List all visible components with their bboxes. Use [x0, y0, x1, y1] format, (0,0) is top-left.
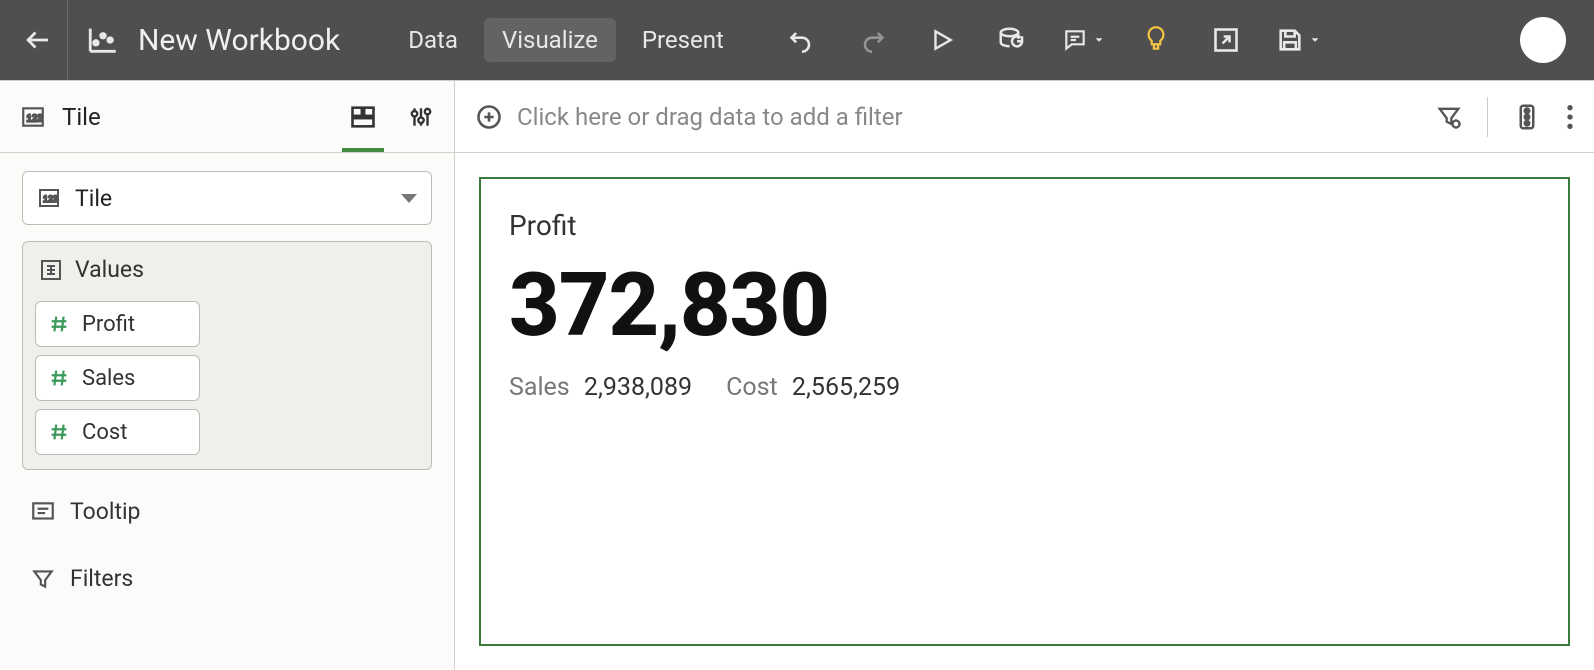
tile-secondary-item: Cost 2,565,259: [726, 373, 900, 402]
number-icon: [48, 367, 70, 389]
measure-chip-profit[interactable]: Profit: [35, 301, 200, 347]
svg-text:123: 123: [27, 113, 43, 124]
filter-settings-icon[interactable]: [1435, 103, 1463, 131]
filters-drop-target[interactable]: Filters: [22, 553, 432, 604]
refresh-data-button[interactable]: [992, 20, 1032, 60]
auto-insights-button[interactable]: [1136, 20, 1176, 60]
main-area: 123 Tile 123 Tile: [0, 80, 1594, 670]
values-label: Values: [75, 256, 144, 283]
tile-secondary-item: Sales 2,938,089: [509, 373, 692, 402]
number-icon: [48, 313, 70, 335]
tile-viz-icon: 123: [37, 186, 61, 210]
workbook-title[interactable]: New Workbook: [138, 23, 350, 58]
tab-data[interactable]: Data: [390, 18, 476, 62]
grammar-tab-button[interactable]: [348, 102, 378, 132]
measure-chip-label: Cost: [82, 420, 127, 445]
preview-button[interactable]: [922, 20, 962, 60]
tile-icon: 123: [18, 102, 48, 132]
secondary-value: 2,938,089: [584, 373, 692, 402]
secondary-label: Sales: [509, 373, 570, 402]
measure-chip-label: Sales: [82, 366, 135, 391]
measure-chip-label: Profit: [82, 312, 135, 337]
properties-tab-button[interactable]: [406, 102, 436, 132]
visualization-type-label: Tile: [75, 185, 387, 212]
tooltip-drop-target[interactable]: Tooltip: [22, 486, 432, 537]
values-icon: [39, 258, 63, 282]
values-header: Values: [35, 252, 419, 293]
toolbar-actions: [782, 20, 1322, 60]
tile-secondary-row: Sales 2,938,089 Cost 2,565,259: [509, 373, 1540, 402]
user-avatar[interactable]: [1520, 17, 1566, 63]
save-button[interactable]: [1276, 20, 1322, 60]
tile-primary-value: 372,830: [509, 254, 1540, 357]
canvas-menu-icon[interactable]: [1566, 103, 1574, 131]
filter-bar[interactable]: Click here or drag data to add a filter: [455, 81, 1594, 153]
top-toolbar: New Workbook Data Visualize Present: [0, 0, 1594, 80]
canvas: Click here or drag data to add a filter …: [455, 81, 1594, 670]
grammar-panel: 123 Tile 123 Tile: [0, 81, 455, 670]
secondary-label: Cost: [726, 373, 778, 402]
svg-text:123: 123: [43, 194, 58, 204]
tooltip-label: Tooltip: [70, 498, 140, 525]
tile-title: Profit: [509, 209, 1540, 242]
values-drop-target[interactable]: Values Profit Sales: [22, 241, 432, 470]
tile-visualization[interactable]: Profit 372,830 Sales 2,938,089 Cost 2,56…: [479, 177, 1570, 646]
divider: [1487, 97, 1488, 137]
export-button[interactable]: [1206, 20, 1246, 60]
secondary-value: 2,565,259: [792, 373, 900, 402]
visualization-type-selector[interactable]: 123 Tile: [22, 171, 432, 225]
filter-placeholder: Click here or drag data to add a filter: [517, 103, 1421, 131]
redo-button: [852, 20, 892, 60]
filter-icon: [30, 566, 56, 592]
tab-visualize[interactable]: Visualize: [484, 18, 616, 62]
grammar-panel-title: Tile: [62, 103, 348, 131]
canvas-body: Profit 372,830 Sales 2,938,089 Cost 2,56…: [455, 153, 1594, 670]
number-icon: [48, 421, 70, 443]
view-tabs: Data Visualize Present: [390, 18, 742, 62]
grammar-panel-header: 123 Tile: [0, 81, 454, 153]
measure-chip-cost[interactable]: Cost: [35, 409, 200, 455]
back-button[interactable]: [8, 0, 68, 80]
filters-label: Filters: [70, 565, 133, 592]
conditional-formatting-icon[interactable]: [1512, 102, 1542, 132]
workbook-type-icon: [68, 0, 138, 80]
chevron-down-icon: [401, 194, 417, 203]
undo-button[interactable]: [782, 20, 822, 60]
tooltip-icon: [30, 499, 56, 525]
add-filter-icon[interactable]: [475, 103, 503, 131]
tab-present[interactable]: Present: [624, 18, 742, 62]
measure-chip-sales[interactable]: Sales: [35, 355, 200, 401]
comments-button[interactable]: [1062, 20, 1106, 60]
